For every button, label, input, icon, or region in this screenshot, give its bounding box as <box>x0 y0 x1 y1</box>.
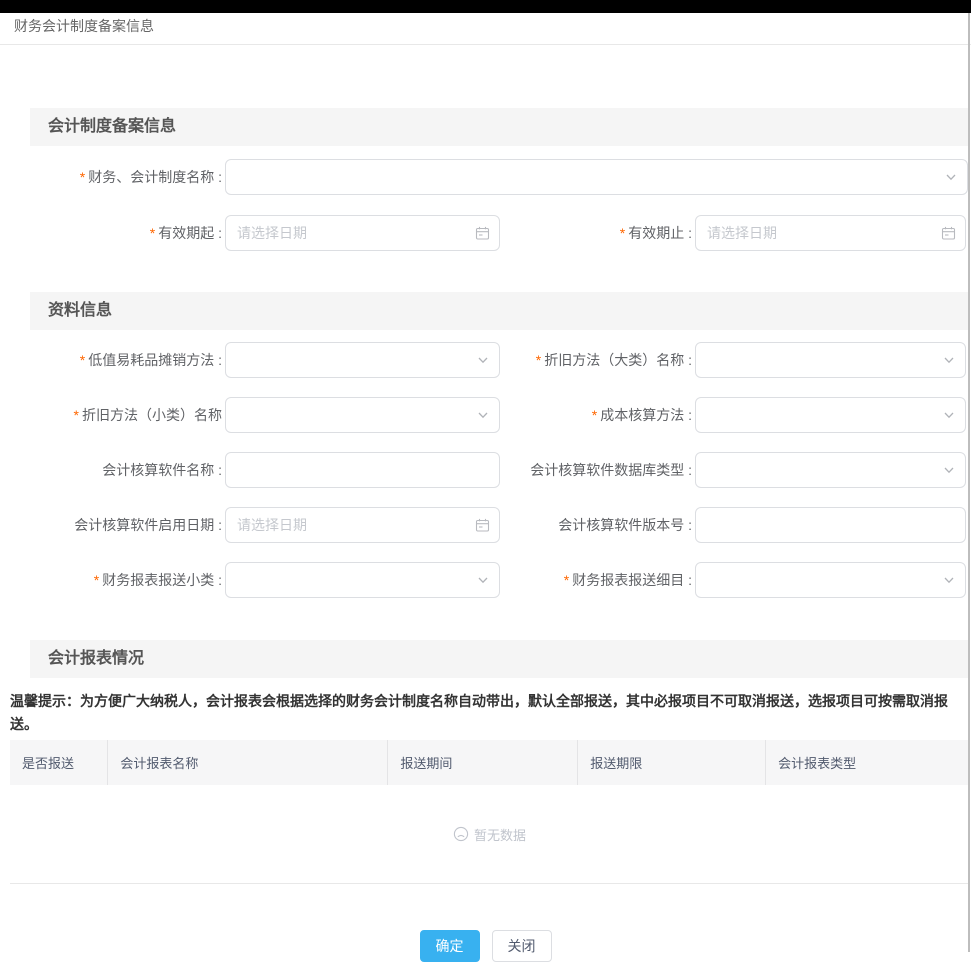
software-name-label: 会计核算软件名称 : <box>0 461 225 479</box>
report-table-grid: 是否报送 会计报表名称 报送期间 报送期限 会计报表类型 <box>10 740 969 785</box>
section-title: 会计报表情况 <box>48 650 144 667</box>
report-detail-select[interactable] <box>695 562 966 598</box>
software-start-date-input[interactable] <box>226 508 499 542</box>
field-depreciation-major: *折旧方法（大类）名称 : <box>500 342 966 378</box>
field-report-detail: *财务报表报送细目 : <box>500 562 966 598</box>
amortization-method-select[interactable] <box>225 342 500 378</box>
empty-text: 暂无数据 <box>474 825 526 844</box>
warm-notice: 温馨提示：为方便广大纳税人，会计报表会根据选择的财务会计制度名称自动带出，默认全… <box>10 690 961 736</box>
chevron-down-icon <box>942 463 956 477</box>
field-software-db-type: 会计核算软件数据库类型 : <box>500 452 966 488</box>
field-report-subclass: *财务报表报送小类 : <box>0 562 500 598</box>
calendar-icon <box>475 518 490 533</box>
page-title-bar: 财务会计制度备案信息 <box>0 13 971 45</box>
depreciation-major-label: *折旧方法（大类）名称 : <box>500 351 695 369</box>
valid-from-input[interactable] <box>226 216 499 250</box>
section-header-filing: 会计制度备案信息 <box>30 108 968 146</box>
software-version-input[interactable] <box>696 508 965 542</box>
depreciation-minor-label: *折旧方法（小类）名称 <box>0 406 225 424</box>
column-header-deadline: 报送期限 <box>578 740 766 785</box>
valid-to-date-picker[interactable] <box>695 215 966 251</box>
valid-from-label: *有效期起 : <box>0 224 225 242</box>
column-header-submit: 是否报送 <box>10 740 108 785</box>
required-mark: * <box>94 572 99 588</box>
software-name-field[interactable] <box>225 452 500 488</box>
report-table: 是否报送 会计报表名称 报送期间 报送期限 会计报表类型 暂无数据 <box>10 740 969 884</box>
field-software-start-date: 会计核算软件启用日期 : <box>0 507 500 543</box>
table-empty-state: 暂无数据 <box>10 785 969 884</box>
cost-accounting-label: *成本核算方法 : <box>500 406 695 424</box>
software-start-date-picker[interactable] <box>225 507 500 543</box>
field-software-version: 会计核算软件版本号 : <box>500 507 966 543</box>
software-db-type-select[interactable] <box>695 452 966 488</box>
valid-from-date-picker[interactable] <box>225 215 500 251</box>
software-name-input[interactable] <box>226 453 499 487</box>
calendar-icon <box>941 226 956 241</box>
chevron-down-icon <box>942 353 956 367</box>
software-version-field[interactable] <box>695 507 966 543</box>
system-name-label: *财务、会计制度名称 : <box>0 168 225 186</box>
required-mark: * <box>150 225 155 241</box>
section-title: 会计制度备案信息 <box>48 118 176 135</box>
column-header-report-name: 会计报表名称 <box>108 740 388 785</box>
section-title: 资料信息 <box>48 302 112 319</box>
required-mark: * <box>564 572 569 588</box>
sad-face-icon <box>453 826 469 842</box>
required-mark: * <box>620 225 625 241</box>
footer-actions: 确定 关闭 <box>0 930 971 962</box>
field-depreciation-minor: *折旧方法（小类）名称 <box>0 397 500 433</box>
required-mark: * <box>74 407 79 423</box>
page-title: 财务会计制度备案信息 <box>14 18 154 34</box>
field-software-name: 会计核算软件名称 : <box>0 452 500 488</box>
cost-accounting-select[interactable] <box>695 397 966 433</box>
report-subclass-label: *财务报表报送小类 : <box>0 571 225 589</box>
field-valid-to: *有效期止 : <box>500 215 966 251</box>
table-header-row: 是否报送 会计报表名称 报送期间 报送期限 会计报表类型 <box>10 740 969 785</box>
field-amortization-method: *低值易耗品摊销方法 : <box>0 342 500 378</box>
software-start-date-label: 会计核算软件启用日期 : <box>0 516 225 534</box>
chevron-down-icon <box>476 408 490 422</box>
chevron-down-icon <box>476 573 490 587</box>
chevron-down-icon <box>476 353 490 367</box>
column-header-report-type: 会计报表类型 <box>766 740 969 785</box>
required-mark: * <box>80 352 85 368</box>
field-valid-from: *有效期起 : <box>0 215 500 251</box>
depreciation-minor-select[interactable] <box>225 397 500 433</box>
top-black-bar <box>0 0 971 13</box>
system-name-select[interactable] <box>225 159 968 195</box>
calendar-icon <box>475 226 490 241</box>
amortization-method-label: *低值易耗品摊销方法 : <box>0 351 225 369</box>
section-header-report: 会计报表情况 <box>30 640 968 678</box>
required-mark: * <box>592 407 597 423</box>
valid-to-label: *有效期止 : <box>500 224 695 242</box>
field-system-name: *财务、会计制度名称 : <box>0 159 968 195</box>
chevron-down-icon <box>942 408 956 422</box>
chevron-down-icon <box>942 573 956 587</box>
report-detail-label: *财务报表报送细目 : <box>500 571 695 589</box>
depreciation-major-select[interactable] <box>695 342 966 378</box>
field-cost-accounting: *成本核算方法 : <box>500 397 966 433</box>
report-subclass-select[interactable] <box>225 562 500 598</box>
required-mark: * <box>536 352 541 368</box>
software-version-label: 会计核算软件版本号 : <box>500 516 695 534</box>
chevron-down-icon <box>944 170 958 184</box>
column-header-period: 报送期间 <box>388 740 578 785</box>
section-header-material: 资料信息 <box>30 292 968 330</box>
confirm-button[interactable]: 确定 <box>420 930 480 962</box>
software-db-type-label: 会计核算软件数据库类型 : <box>500 461 695 479</box>
valid-to-input[interactable] <box>696 216 965 250</box>
required-mark: * <box>80 169 85 185</box>
close-button[interactable]: 关闭 <box>492 930 552 962</box>
right-edge-divider <box>968 13 970 952</box>
